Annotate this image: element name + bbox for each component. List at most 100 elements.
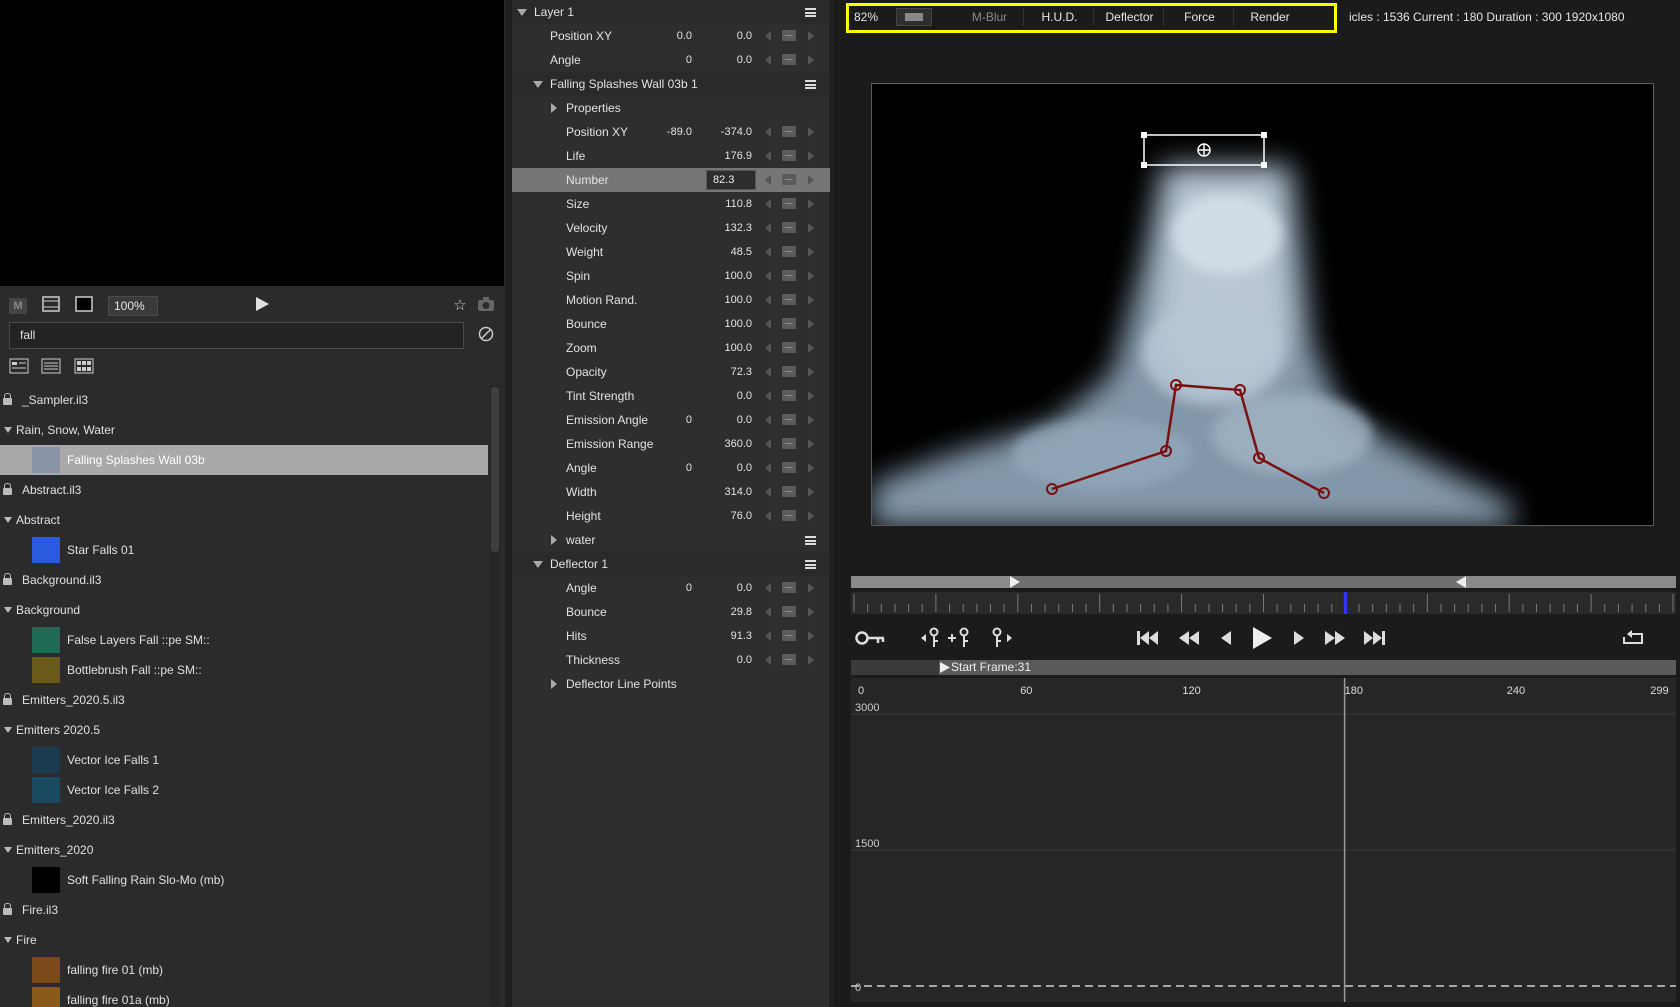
property-row[interactable]: Number 82.3 bbox=[512, 168, 830, 192]
property-group-row[interactable]: Deflector 1 bbox=[512, 552, 830, 576]
property-row[interactable]: Hits 91.3 bbox=[512, 624, 830, 648]
property-row[interactable]: Tint Strength 0.0 bbox=[512, 384, 830, 408]
search-input[interactable]: fall bbox=[9, 322, 464, 349]
next-keyframe-icon[interactable] bbox=[808, 607, 814, 617]
property-value[interactable]: 110.8 bbox=[712, 192, 752, 216]
next-keyframe-icon[interactable] bbox=[808, 295, 814, 305]
property-value[interactable]: 360.0 bbox=[712, 432, 752, 456]
expand-triangle-icon[interactable] bbox=[4, 607, 12, 613]
keyframe-button-icon[interactable] bbox=[782, 150, 796, 161]
start-frame-bar[interactable]: Start Frame:31 bbox=[851, 660, 1676, 675]
keyframe-button-icon[interactable] bbox=[782, 366, 796, 377]
library-file-row[interactable]: _Sampler.il3 bbox=[0, 385, 488, 415]
property-row[interactable]: Angle 0 0.0 bbox=[512, 576, 830, 600]
prev-keyframe-icon[interactable] bbox=[765, 295, 771, 305]
property-row[interactable]: Opacity 72.3 bbox=[512, 360, 830, 384]
fast-forward-icon[interactable] bbox=[1320, 622, 1350, 654]
property-row[interactable]: Weight 48.5 bbox=[512, 240, 830, 264]
property-value[interactable]: -374.0 bbox=[712, 120, 752, 144]
property-group-row[interactable]: Falling Splashes Wall 03b 1 bbox=[512, 72, 830, 96]
in-point-marker[interactable] bbox=[1008, 575, 1022, 589]
property-value[interactable]: 0.0 bbox=[712, 48, 752, 72]
next-keyframe-icon[interactable] bbox=[808, 151, 814, 161]
keyframe-button-icon[interactable] bbox=[782, 54, 796, 65]
keyframe-button-icon[interactable] bbox=[782, 510, 796, 521]
preset-row[interactable]: Bottlebrush Fall ::pe SM:: bbox=[0, 655, 488, 685]
expand-triangle-icon[interactable] bbox=[4, 727, 12, 733]
property-value[interactable]: 72.3 bbox=[712, 360, 752, 384]
particle-canvas[interactable] bbox=[871, 83, 1654, 526]
property-value[interactable]: 0.0 bbox=[712, 24, 752, 48]
prev-keyframe-icon[interactable] bbox=[765, 583, 771, 593]
property-value[interactable]: 0.0 bbox=[712, 456, 752, 480]
loop-icon[interactable] bbox=[1618, 622, 1648, 654]
play-button[interactable] bbox=[1246, 622, 1278, 654]
library-file-row[interactable]: Emitters_2020.il3 bbox=[0, 805, 488, 835]
property-row[interactable]: Angle 0 0.0 bbox=[512, 456, 830, 480]
expand-triangle-icon[interactable] bbox=[4, 937, 12, 943]
property-row[interactable]: Spin 100.0 bbox=[512, 264, 830, 288]
library-group-row[interactable]: Fire bbox=[0, 925, 488, 955]
prev-keyframe-icon[interactable] bbox=[765, 391, 771, 401]
prev-keyframe-icon[interactable] bbox=[765, 247, 771, 257]
property-row[interactable]: Zoom 100.0 bbox=[512, 336, 830, 360]
preset-row[interactable]: Star Falls 01 bbox=[0, 535, 488, 565]
property-value[interactable]: 314.0 bbox=[712, 480, 752, 504]
next-keyframe-icon[interactable] bbox=[808, 655, 814, 665]
background-swatch-icon[interactable] bbox=[74, 296, 94, 316]
prev-keyframe-icon[interactable] bbox=[765, 55, 771, 65]
prev-keyframe-icon[interactable] bbox=[765, 511, 771, 521]
star-icon[interactable]: ☆ bbox=[450, 296, 470, 316]
prev-keyframe-icon[interactable] bbox=[765, 199, 771, 209]
library-group-row[interactable]: Rain, Snow, Water bbox=[0, 415, 488, 445]
prev-keyframe-icon[interactable] bbox=[765, 31, 771, 41]
prev-keyframe-icon[interactable] bbox=[765, 631, 771, 641]
next-keyframe-icon[interactable] bbox=[808, 247, 814, 257]
property-row[interactable]: Position XY -89.0 -374.0 bbox=[512, 120, 830, 144]
next-keyframe-icon[interactable] bbox=[808, 391, 814, 401]
library-file-row[interactable]: Abstract.il3 bbox=[0, 475, 488, 505]
next-keyframe-icon[interactable] bbox=[808, 367, 814, 377]
keyframe-button-icon[interactable] bbox=[782, 318, 796, 329]
start-frame-marker[interactable] bbox=[939, 661, 951, 674]
go-to-end-icon[interactable] bbox=[1360, 622, 1390, 654]
property-value[interactable]: 176.9 bbox=[712, 144, 752, 168]
property-row[interactable]: Position XY 0.0 0.0 bbox=[512, 24, 830, 48]
keyframe-button-icon[interactable] bbox=[782, 630, 796, 641]
prev-key-icon[interactable] bbox=[918, 622, 946, 654]
hamburger-menu-icon[interactable] bbox=[805, 560, 816, 569]
property-value[interactable]: 91.3 bbox=[712, 624, 752, 648]
property-group-row[interactable]: Layer 1 bbox=[512, 0, 830, 24]
next-keyframe-icon[interactable] bbox=[808, 439, 814, 449]
property-value-1[interactable]: 0 bbox=[632, 408, 692, 432]
hamburger-menu-icon[interactable] bbox=[805, 536, 816, 545]
keyframe-button-icon[interactable] bbox=[782, 30, 796, 41]
prev-keyframe-icon[interactable] bbox=[765, 343, 771, 353]
property-value[interactable]: 100.0 bbox=[712, 312, 752, 336]
grid-view-icon[interactable] bbox=[74, 358, 94, 377]
next-keyframe-icon[interactable] bbox=[808, 511, 814, 521]
property-row[interactable]: Motion Rand. 100.0 bbox=[512, 288, 830, 312]
rewind-icon[interactable] bbox=[1174, 622, 1204, 654]
next-keyframe-icon[interactable] bbox=[808, 415, 814, 425]
next-key-icon[interactable] bbox=[988, 622, 1016, 654]
collapse-triangle-icon[interactable] bbox=[533, 561, 543, 568]
property-row[interactable]: Size 110.8 bbox=[512, 192, 830, 216]
keyframe-button-icon[interactable] bbox=[782, 486, 796, 497]
list-view-icon[interactable] bbox=[41, 358, 61, 377]
expand-triangle-icon[interactable] bbox=[4, 847, 12, 853]
property-value[interactable]: 0.0 bbox=[712, 408, 752, 432]
preset-row[interactable]: Vector Ice Falls 2 bbox=[0, 775, 488, 805]
detail-view-icon[interactable] bbox=[9, 358, 29, 377]
keyframe-button-icon[interactable] bbox=[782, 414, 796, 425]
library-group-row[interactable]: Abstract bbox=[0, 505, 488, 535]
property-value[interactable]: 100.0 bbox=[712, 264, 752, 288]
tree-scrollbar-thumb[interactable] bbox=[491, 387, 499, 552]
property-value[interactable]: 100.0 bbox=[712, 336, 752, 360]
property-value-1[interactable]: -89.0 bbox=[632, 120, 692, 144]
prev-keyframe-icon[interactable] bbox=[765, 319, 771, 329]
property-row[interactable]: Velocity 132.3 bbox=[512, 216, 830, 240]
preset-row[interactable]: Vector Ice Falls 1 bbox=[0, 745, 488, 775]
property-row[interactable]: Emission Angle 0 0.0 bbox=[512, 408, 830, 432]
next-keyframe-icon[interactable] bbox=[808, 55, 814, 65]
